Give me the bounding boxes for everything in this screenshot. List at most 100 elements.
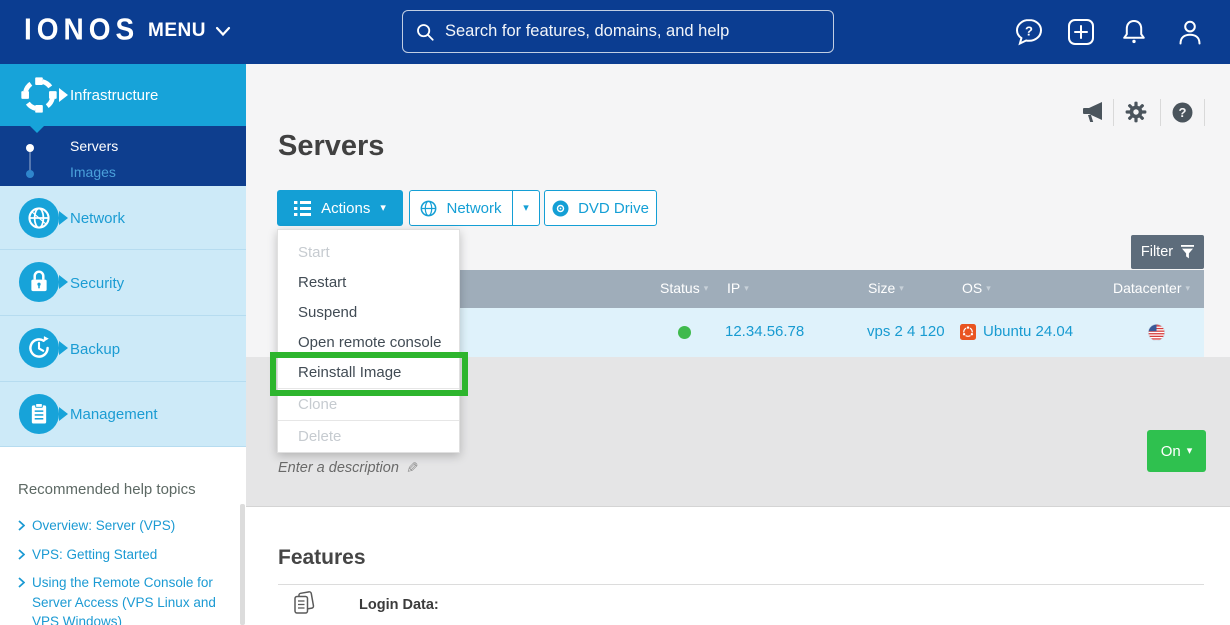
backup-clock-icon — [18, 327, 60, 369]
sort-caret-icon: ▾ — [744, 283, 749, 293]
features-section-title: Features — [278, 546, 366, 570]
item-pointer — [59, 275, 68, 289]
item-pointer — [59, 407, 68, 421]
caret-down-icon: ▾ — [523, 203, 529, 214]
submenu-notch — [30, 126, 44, 133]
dvd-drive-button[interactable]: DVD Drive — [544, 190, 657, 226]
sidebar-item-backup[interactable]: Backup — [0, 316, 246, 382]
chevron-right-icon — [18, 577, 25, 588]
chevron-down-icon — [215, 26, 231, 37]
menu-item-start: Start — [278, 238, 459, 268]
svg-text:?: ? — [1025, 23, 1033, 38]
menu-item-open-remote-console[interactable]: Open remote console — [278, 328, 459, 358]
sort-caret-icon: ▾ — [899, 283, 904, 293]
top-navigation-bar: IONOS MENU ? — [0, 0, 1230, 64]
edit-pencil-icon: ✎ — [406, 459, 419, 477]
notifications-bell-icon[interactable] — [1119, 17, 1149, 47]
bullet-dot — [26, 144, 34, 152]
security-lock-icon — [18, 261, 60, 303]
network-label: Network — [446, 200, 501, 217]
dvd-drive-label: DVD Drive — [578, 200, 649, 217]
menu-label: MENU — [148, 20, 206, 42]
filter-button[interactable]: Filter — [1131, 235, 1204, 269]
add-icon[interactable] — [1066, 17, 1096, 47]
sidebar-subitem-servers[interactable]: Servers — [70, 138, 118, 154]
login-data-icon — [290, 590, 317, 617]
menu-item-clone: Clone — [278, 388, 459, 420]
filter-label: Filter — [1141, 244, 1173, 260]
sidebar-subitem-images[interactable]: Images — [70, 164, 116, 180]
menu-item-restart[interactable]: Restart — [278, 268, 459, 298]
announcements-megaphone-icon[interactable] — [1081, 100, 1105, 124]
user-account-icon[interactable] — [1175, 17, 1205, 47]
sidebar-item-label: Network — [70, 210, 125, 227]
sidebar-item-security[interactable]: Security — [0, 250, 246, 316]
help-bubble-icon[interactable]: ? — [1014, 17, 1044, 47]
sidebar-item-label: Security — [70, 275, 124, 292]
item-pointer — [59, 341, 68, 355]
column-header-datacenter[interactable]: Datacenter▾ — [1113, 280, 1190, 296]
help-question-icon[interactable]: ? — [1171, 101, 1194, 124]
divider — [1204, 99, 1205, 126]
network-button[interactable]: Network — [409, 190, 513, 226]
item-pointer — [59, 211, 68, 225]
caret-down-icon: ▾ — [380, 203, 386, 214]
status-online-dot — [678, 326, 691, 339]
description-placeholder: Enter a description — [278, 460, 399, 476]
sort-caret-icon: ▾ — [986, 283, 991, 293]
help-link[interactable]: Using the Remote Console for Server Acce… — [18, 573, 244, 625]
ionos-logo[interactable]: IONOS — [24, 13, 139, 48]
chevron-right-icon — [18, 549, 25, 560]
chevron-right-icon — [18, 520, 25, 531]
column-header-status[interactable]: Status▾ — [660, 280, 708, 296]
divider — [1113, 99, 1114, 126]
sidebar-item-management[interactable]: Management — [0, 382, 246, 447]
management-clipboard-icon — [18, 393, 60, 435]
search-icon — [415, 22, 435, 42]
help-topics-title: Recommended help topics — [18, 481, 196, 498]
server-ip[interactable]: 12.34.56.78 — [725, 323, 804, 340]
us-flag-icon — [1148, 324, 1165, 341]
login-data-label: Login Data: — [359, 597, 439, 613]
network-dropdown-caret[interactable]: ▾ — [512, 190, 540, 226]
server-size: vps 2 4 120 — [867, 323, 945, 340]
ubuntu-logo-icon — [960, 324, 976, 340]
server-os: Ubuntu 24.04 — [983, 323, 1073, 340]
power-state-label: On — [1161, 443, 1181, 460]
active-pointer — [59, 88, 68, 102]
global-search-box[interactable] — [402, 10, 834, 53]
menu-item-delete: Delete — [278, 420, 459, 452]
caret-down-icon: ▾ — [1187, 446, 1193, 457]
menu-button[interactable]: MENU — [148, 20, 231, 42]
network-globe-icon — [18, 197, 60, 239]
column-header-size[interactable]: Size▾ — [868, 280, 904, 296]
dvd-disc-icon — [552, 200, 569, 217]
sidebar-item-label: Backup — [70, 341, 120, 358]
settings-gear-icon[interactable] — [1124, 100, 1148, 124]
column-header-os[interactable]: OS▾ — [962, 280, 991, 296]
menu-item-suspend[interactable]: Suspend — [278, 298, 459, 328]
sidebar-item-label: Management — [70, 406, 158, 423]
power-state-button[interactable]: On ▾ — [1147, 430, 1206, 472]
page-title: Servers — [278, 130, 384, 163]
sort-caret-icon: ▾ — [1185, 283, 1190, 293]
menu-item-reinstall-image[interactable]: Reinstall Image — [278, 358, 459, 388]
actions-dropdown-menu: Start Restart Suspend Open remote consol… — [277, 229, 460, 453]
server-description-field[interactable]: Enter a description ✎ — [278, 459, 418, 477]
help-link[interactable]: VPS: Getting Started — [18, 545, 244, 565]
help-link[interactable]: Overview: Server (VPS) — [18, 516, 244, 536]
sidebar-item-infrastructure[interactable]: Infrastructure — [0, 64, 246, 126]
actions-button[interactable]: Actions ▾ — [277, 190, 403, 226]
sidebar-item-network[interactable]: Network — [0, 186, 246, 250]
sort-caret-icon: ▾ — [704, 283, 709, 293]
section-divider — [278, 584, 1204, 585]
ionos-control-panel: IONOS MENU ? Infrastructure Servers Imag… — [0, 0, 1230, 625]
column-header-ip[interactable]: IP▾ — [727, 280, 749, 296]
filter-funnel-icon — [1181, 245, 1194, 259]
infrastructure-submenu: Servers Images — [0, 126, 246, 186]
search-input[interactable] — [445, 22, 821, 41]
sidebar-scrollbar[interactable] — [240, 504, 245, 625]
list-icon — [294, 201, 311, 216]
divider — [1160, 99, 1161, 126]
sidebar-navigation: Infrastructure Servers Images Network Se… — [0, 64, 246, 625]
